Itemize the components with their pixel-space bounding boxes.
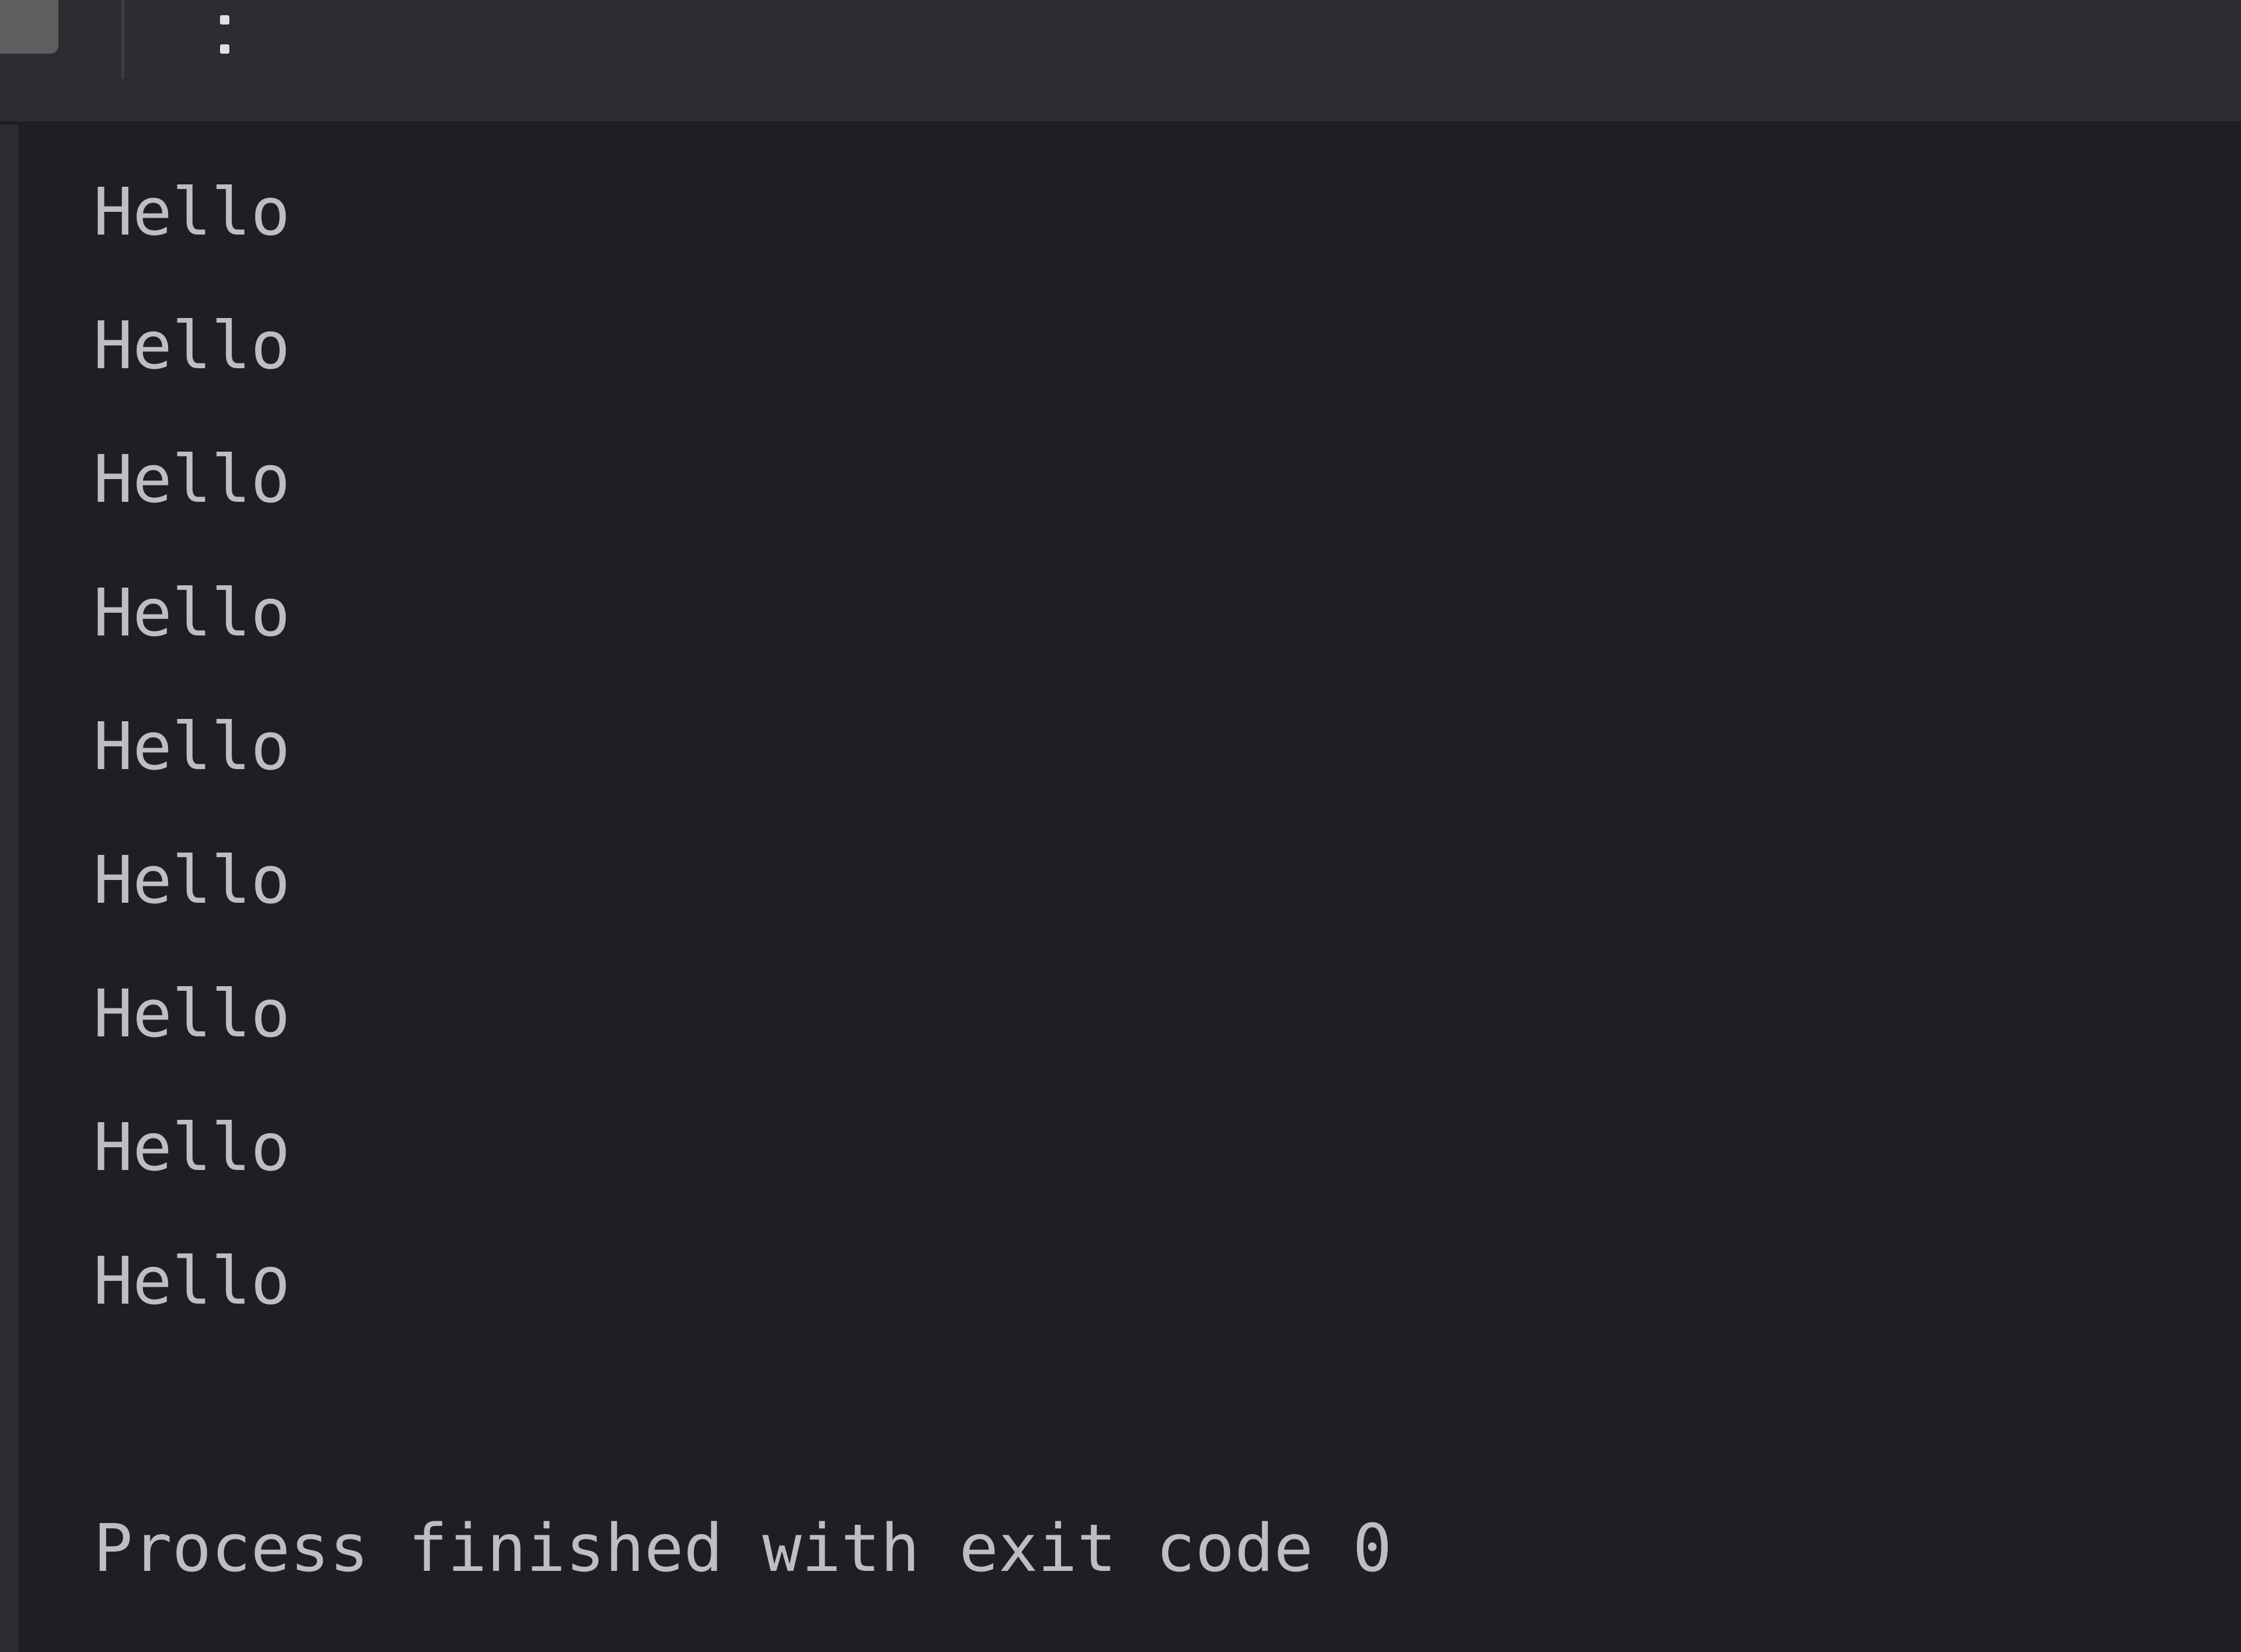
output-line: Hello bbox=[93, 843, 291, 918]
run-toolbar bbox=[0, 0, 2241, 125]
stop-button[interactable] bbox=[0, 0, 58, 54]
output-line: Hello bbox=[93, 308, 291, 384]
output-line: Hello bbox=[93, 976, 291, 1052]
toolbar-separator bbox=[121, 0, 124, 79]
output-line: Hello bbox=[93, 709, 291, 785]
output-line: Hello bbox=[93, 1110, 291, 1186]
more-vertical-icon bbox=[220, 44, 229, 54]
more-vertical-icon bbox=[220, 15, 229, 25]
output-line: Hello bbox=[93, 174, 291, 250]
output-line: Hello bbox=[93, 1244, 291, 1319]
console-gutter bbox=[0, 125, 19, 1652]
output-line: Hello bbox=[93, 575, 291, 651]
console-output[interactable]: Hello Hello Hello Hello Hello Hello Hell… bbox=[0, 125, 2241, 1652]
more-options-button[interactable] bbox=[204, 8, 245, 67]
output-line: Hello bbox=[93, 442, 291, 518]
exit-message: Process finished with exit code 0 bbox=[93, 1511, 1392, 1587]
